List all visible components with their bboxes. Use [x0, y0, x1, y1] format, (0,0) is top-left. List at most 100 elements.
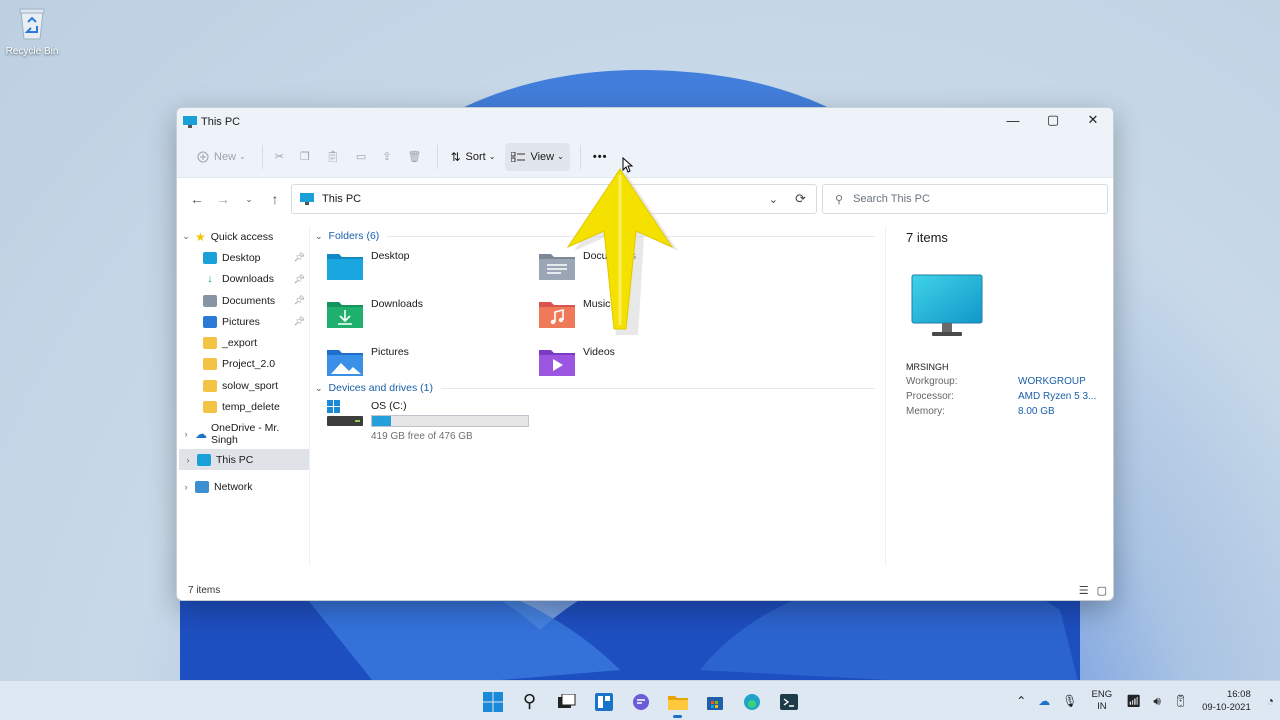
detail-workgroup: Workgroup: WORKGROUP — [906, 376, 1086, 387]
clock-date: 09-10-2021 — [1202, 702, 1251, 713]
clock[interactable]: 16:08 09-10-2021 — [1202, 688, 1251, 714]
new-button[interactable]: New ⌄ — [191, 143, 252, 171]
nav-item-desktop[interactable]: Desktop 📌︎ — [177, 247, 309, 268]
onedrive-cloud-icon[interactable]: ☁ — [1038, 694, 1050, 708]
language-indicator[interactable]: ENG IN — [1092, 689, 1113, 713]
task-view-icon — [557, 693, 575, 708]
title-bar[interactable]: This PC — ▢ ✕ — [177, 108, 1113, 136]
forward-button[interactable]: → — [211, 187, 235, 211]
drive-tile-c[interactable]: OS (C:) 419 GB free of 476 GB — [327, 400, 529, 442]
copy-button[interactable]: ❐ — [294, 143, 316, 171]
music-folder-icon — [539, 302, 575, 328]
delete-button[interactable]: 🗑︎ — [401, 143, 427, 171]
terminal-icon — [779, 693, 798, 710]
nav-item-documents[interactable]: Documents 📌︎ — [177, 290, 309, 311]
pin-icon: 📌︎ — [293, 273, 305, 284]
notifications-icon[interactable]: ◔ — [1267, 694, 1274, 708]
nav-onedrive[interactable]: › ☁ OneDrive - Mr. Singh — [177, 422, 309, 447]
expand-chevron-icon[interactable]: › — [177, 482, 195, 492]
folder-tile-music[interactable]: Music — [539, 298, 610, 328]
search-input[interactable]: ⚲ Search This PC — [822, 184, 1108, 214]
battery-icon[interactable]: 🔋︎ — [1173, 694, 1188, 708]
widgets-icon — [594, 692, 613, 711]
documents-folder-icon — [539, 254, 575, 280]
status-item-count: 7 items — [188, 584, 221, 596]
nav-label: Documents — [222, 294, 276, 307]
show-hidden-icons-chevron[interactable]: ⌃ — [1016, 694, 1026, 708]
cloud-icon: ☁ — [195, 427, 207, 442]
folder-icon — [667, 695, 688, 710]
sort-button[interactable]: ⇅ Sort ⌄ — [444, 143, 501, 171]
nav-item-project[interactable]: Project_2.0 — [177, 354, 309, 375]
devices-group-header[interactable]: ⌄ Devices and drives (1) — [315, 378, 875, 398]
folder-label: Videos — [583, 346, 615, 358]
windows-drive-icon — [327, 400, 363, 426]
folder-tile-downloads[interactable]: Downloads — [327, 298, 423, 328]
nav-item-solow-sport[interactable]: solow_sport — [177, 375, 309, 396]
details-view-icon[interactable]: ☰ — [1079, 584, 1089, 597]
edge-button[interactable] — [737, 687, 766, 716]
back-button[interactable]: ← — [185, 187, 209, 211]
recycle-bin-shortcut[interactable]: Recycle Bin — [4, 4, 60, 57]
nav-label: OneDrive - Mr. Singh — [211, 422, 280, 447]
this-pc-icon — [300, 193, 314, 205]
see-more-button[interactable]: ••• — [587, 143, 614, 171]
search-placeholder: Search This PC — [853, 193, 930, 205]
nav-item-export[interactable]: _export — [177, 332, 309, 353]
this-pc-icon — [197, 453, 211, 466]
share-button[interactable]: ⇪ — [376, 143, 397, 171]
status-bar: 7 items ☰ ▢ — [177, 580, 1113, 600]
navigation-pane: ⌄ ★ Quick access Desktop 📌︎ ↓ Downloads … — [177, 226, 309, 566]
folder-tile-documents[interactable]: Documents — [539, 250, 636, 280]
store-icon — [706, 696, 723, 710]
nav-this-pc[interactable]: › This PC — [179, 448, 309, 471]
nav-network[interactable]: › Network — [177, 476, 309, 497]
recent-locations-button[interactable]: ⌄ — [237, 187, 261, 211]
wifi-icon[interactable]: 📶︎ — [1126, 694, 1141, 708]
nav-label: _export — [222, 337, 258, 350]
teams-chat-button[interactable] — [626, 687, 655, 716]
expand-chevron-icon[interactable]: › — [179, 455, 197, 465]
address-history-chevron[interactable]: ⌄ — [769, 193, 778, 206]
task-view-button[interactable] — [552, 687, 581, 716]
file-explorer-taskbar-button[interactable] — [663, 687, 692, 718]
computer-name: MRSINGH — [906, 362, 949, 372]
expand-chevron-icon[interactable]: › — [177, 429, 195, 439]
sort-label: Sort — [465, 150, 486, 163]
nav-item-temp-delete[interactable]: temp_delete — [177, 396, 309, 417]
folder-label: Downloads — [371, 298, 423, 310]
nav-label: Pictures — [222, 315, 260, 328]
nav-item-pictures[interactable]: Pictures 📌︎ — [177, 311, 309, 332]
volume-icon[interactable]: 🔊︎ — [1153, 694, 1161, 709]
folders-group-header[interactable]: ⌄ Folders (6) — [315, 226, 875, 246]
drive-usage-bar — [371, 415, 529, 427]
close-button[interactable]: ✕ — [1073, 108, 1113, 132]
address-bar[interactable]: This PC ⌄ ⟳ — [291, 184, 817, 214]
folder-tile-videos[interactable]: Videos — [539, 346, 615, 376]
terminal-button[interactable] — [774, 687, 803, 716]
widgets-button[interactable] — [589, 687, 618, 716]
folder-tile-desktop[interactable]: Desktop — [327, 250, 410, 280]
computer-icon — [911, 274, 983, 336]
nav-label: solow_sport — [222, 379, 279, 392]
folder-tile-pictures[interactable]: Pictures — [327, 346, 409, 376]
expand-chevron-icon[interactable]: ⌄ — [177, 231, 195, 242]
folder-icon — [203, 379, 217, 392]
paste-button[interactable]: 📋︎ — [320, 143, 346, 171]
microphone-icon[interactable]: 🎙︎ — [1062, 694, 1077, 708]
taskbar-search-button[interactable]: ⚲ — [515, 687, 544, 716]
rename-icon: ▭ — [355, 151, 367, 163]
store-button[interactable] — [700, 687, 729, 716]
cut-button[interactable]: ✂ — [269, 143, 290, 171]
maximize-button[interactable]: ▢ — [1033, 108, 1073, 132]
nav-item-downloads[interactable]: ↓ Downloads 📌︎ — [177, 269, 309, 290]
detail-processor: Processor: AMD Ryzen 5 3... — [906, 391, 1097, 402]
minimize-button[interactable]: — — [993, 108, 1033, 132]
up-button[interactable]: ↑ — [263, 187, 287, 211]
tiles-view-icon[interactable]: ▢ — [1097, 584, 1107, 597]
nav-quick-access[interactable]: ⌄ ★ Quick access — [177, 226, 309, 247]
view-button[interactable]: View ⌄ — [505, 142, 570, 171]
refresh-button[interactable]: ⟳ — [795, 191, 806, 207]
rename-button[interactable]: ▭ — [350, 143, 372, 171]
start-button[interactable] — [478, 687, 507, 716]
